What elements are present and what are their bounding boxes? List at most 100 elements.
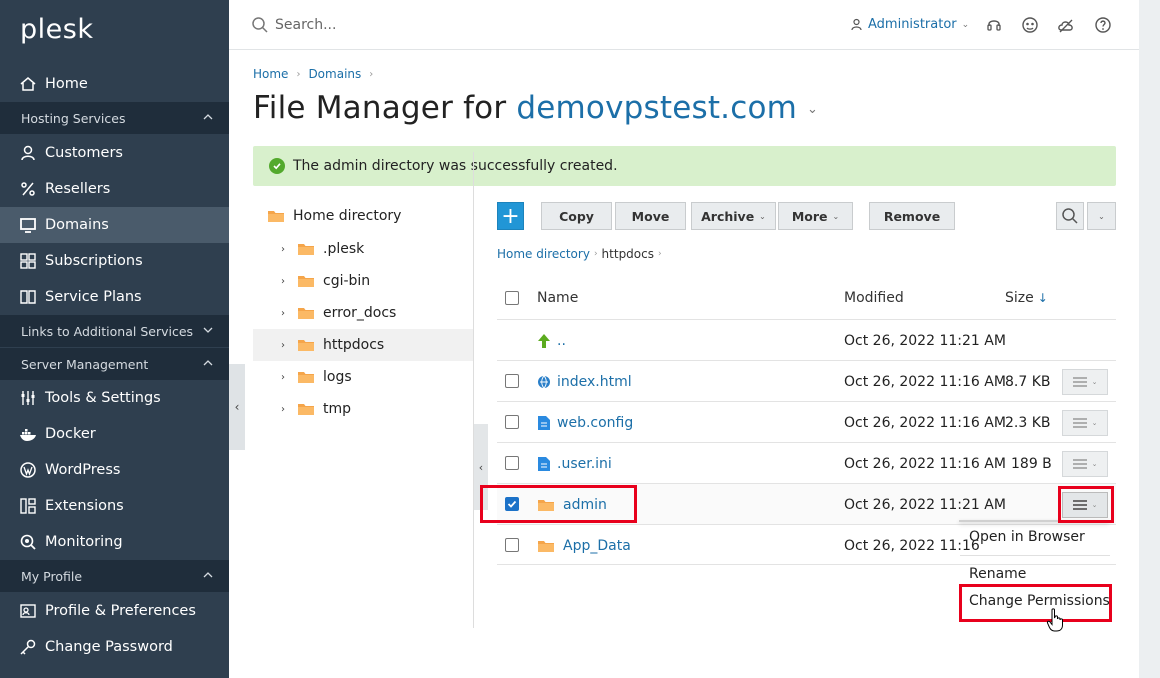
search-input[interactable] bbox=[275, 12, 575, 38]
row-checkbox[interactable] bbox=[505, 374, 519, 388]
sidebar-item-label: Service Plans bbox=[45, 289, 142, 305]
tree-root[interactable]: Home directory bbox=[267, 208, 401, 224]
select-all-checkbox[interactable] bbox=[505, 291, 519, 305]
user-menu[interactable]: Administrator ⌄ bbox=[850, 17, 969, 32]
chevron-right-icon: › bbox=[369, 68, 374, 80]
sidebar-item-label: Domains bbox=[45, 217, 109, 233]
chevron-up-icon bbox=[203, 114, 213, 120]
file-modified: Oct 26, 2022 11:21 AM bbox=[844, 332, 1006, 349]
file-name[interactable]: web.config bbox=[537, 402, 633, 443]
support-icon[interactable] bbox=[985, 16, 1003, 34]
breadcrumb-home[interactable]: Home bbox=[253, 67, 288, 81]
file-name[interactable]: admin bbox=[537, 484, 607, 525]
table-row[interactable]: .user.ini Oct 26, 2022 11:16 AM 189 B ⌄ bbox=[497, 442, 1116, 483]
window-edge bbox=[1139, 0, 1160, 678]
search-options-button[interactable]: ⌄ bbox=[1087, 202, 1116, 230]
sidebar-item-subscriptions[interactable]: Subscriptions bbox=[0, 243, 229, 279]
file-name-label: admin bbox=[563, 496, 607, 513]
page-title-domain[interactable]: demovpstest.com bbox=[516, 90, 797, 126]
row-checkbox[interactable] bbox=[505, 497, 519, 511]
sidebar-item-service-plans[interactable]: Service Plans bbox=[0, 279, 229, 315]
sidebar-item-docker[interactable]: Docker bbox=[0, 416, 229, 452]
section-links-additional[interactable]: Links to Additional Services bbox=[0, 315, 229, 347]
menu-rename[interactable]: Rename bbox=[960, 560, 1110, 588]
chevron-right-icon[interactable]: › bbox=[281, 244, 291, 255]
table-row[interactable]: admin Oct 26, 2022 11:21 AM ⌄ bbox=[497, 483, 1116, 524]
cloud-icon[interactable] bbox=[1057, 16, 1075, 34]
column-size[interactable]: Size ↓ bbox=[1005, 278, 1048, 318]
file-name[interactable]: App_Data bbox=[537, 525, 631, 566]
chevron-right-icon[interactable]: › bbox=[281, 276, 291, 287]
section-my-profile[interactable]: My Profile bbox=[0, 560, 229, 592]
folder-icon bbox=[298, 276, 314, 287]
sidebar-item-change-password[interactable]: Change Password bbox=[0, 629, 229, 665]
tree-item-cgi-bin[interactable]: › cgi-bin bbox=[253, 265, 473, 297]
file-size: 8.7 KB bbox=[1005, 373, 1051, 390]
file-name[interactable]: index.html bbox=[537, 361, 632, 402]
help-icon[interactable] bbox=[1094, 16, 1112, 34]
sidebar-item-extensions[interactable]: Extensions bbox=[0, 488, 229, 524]
breadcrumb: Home › Domains › bbox=[253, 67, 373, 81]
row-menu-button[interactable]: ⌄ bbox=[1062, 410, 1108, 436]
check-circle-icon bbox=[269, 158, 285, 174]
tree-item-httpdocs[interactable]: › httpdocs bbox=[253, 329, 473, 361]
table-row[interactable]: web.config Oct 26, 2022 11:16 AM 2.3 KB … bbox=[497, 401, 1116, 442]
table-row[interactable]: index.html Oct 26, 2022 11:16 AM 8.7 KB … bbox=[497, 360, 1116, 401]
search-icon bbox=[1062, 208, 1078, 224]
copy-button[interactable]: Copy bbox=[541, 202, 612, 230]
sidebar-item-customers[interactable]: Customers bbox=[0, 135, 229, 171]
section-hosting-services[interactable]: Hosting Services bbox=[0, 102, 229, 134]
file-search-button[interactable] bbox=[1056, 202, 1084, 230]
chevron-right-icon[interactable]: › bbox=[281, 404, 291, 415]
chevron-right-icon[interactable]: › bbox=[281, 340, 291, 351]
section-server-management[interactable]: Server Management bbox=[0, 348, 229, 380]
collapse-sidebar-button[interactable]: ‹ bbox=[229, 364, 245, 450]
tree-item-error-docs[interactable]: › error_docs bbox=[253, 297, 473, 329]
file-name[interactable]: .. bbox=[537, 320, 566, 361]
sidebar-item-resellers[interactable]: Resellers bbox=[0, 171, 229, 207]
folder-icon bbox=[298, 340, 314, 351]
sidebar-item-label: Subscriptions bbox=[45, 253, 143, 269]
collapse-tree-button[interactable]: ‹ bbox=[474, 424, 488, 510]
sidebar-item-label: Change Password bbox=[45, 639, 173, 655]
menu-open-in-browser[interactable]: Open in Browser bbox=[960, 523, 1110, 551]
path-root[interactable]: Home directory bbox=[497, 247, 590, 261]
chevron-right-icon[interactable]: › bbox=[281, 372, 291, 383]
chevron-right-icon[interactable]: › bbox=[281, 308, 291, 319]
remove-button[interactable]: Remove bbox=[869, 202, 955, 230]
tree-item-plesk[interactable]: › .plesk bbox=[253, 233, 473, 265]
sidebar-item-home[interactable]: Home bbox=[0, 66, 229, 102]
feedback-icon[interactable] bbox=[1021, 16, 1039, 34]
sidebar-item-domains[interactable]: Domains bbox=[0, 207, 229, 243]
tree-item-logs[interactable]: › logs bbox=[253, 361, 473, 393]
row-menu-button[interactable]: ⌄ bbox=[1062, 492, 1108, 518]
sidebar-item-wordpress[interactable]: WordPress bbox=[0, 452, 229, 488]
row-checkbox[interactable] bbox=[505, 538, 519, 552]
move-button[interactable]: Move bbox=[615, 202, 686, 230]
row-menu-button[interactable]: ⌄ bbox=[1062, 369, 1108, 395]
tree-item-tmp[interactable]: › tmp bbox=[253, 393, 473, 425]
section-label: Server Management bbox=[21, 356, 149, 372]
file-name[interactable]: .user.ini bbox=[537, 443, 612, 484]
column-modified[interactable]: Modified bbox=[844, 278, 904, 318]
tree-item-label: logs bbox=[323, 369, 352, 385]
row-checkbox[interactable] bbox=[505, 456, 519, 470]
row-menu-button[interactable]: ⌄ bbox=[1062, 451, 1108, 477]
chevron-right-icon: › bbox=[593, 249, 598, 259]
sidebar-item-tools-settings[interactable]: Tools & Settings bbox=[0, 380, 229, 416]
breadcrumb-domains[interactable]: Domains bbox=[308, 67, 361, 81]
menu-change-permissions[interactable]: Change Permissions bbox=[960, 587, 1110, 615]
plesk-logo[interactable]: plesk bbox=[20, 14, 93, 45]
sidebar-item-profile-preferences[interactable]: Profile & Preferences bbox=[0, 593, 229, 629]
chevron-down-icon[interactable]: ⌄ bbox=[807, 102, 818, 117]
column-name[interactable]: Name bbox=[537, 278, 578, 318]
chevron-down-icon: ⌄ bbox=[1098, 211, 1105, 221]
sidebar-item-monitoring[interactable]: Monitoring bbox=[0, 524, 229, 560]
more-button[interactable]: More ⌄ bbox=[778, 202, 853, 230]
archive-button[interactable]: Archive ⌄ bbox=[691, 202, 776, 230]
add-button[interactable]: + bbox=[497, 202, 524, 230]
docker-icon bbox=[19, 425, 37, 443]
grid-icon bbox=[19, 252, 37, 270]
table-row[interactable]: .. Oct 26, 2022 11:21 AM bbox=[497, 319, 1116, 360]
row-checkbox[interactable] bbox=[505, 415, 519, 429]
